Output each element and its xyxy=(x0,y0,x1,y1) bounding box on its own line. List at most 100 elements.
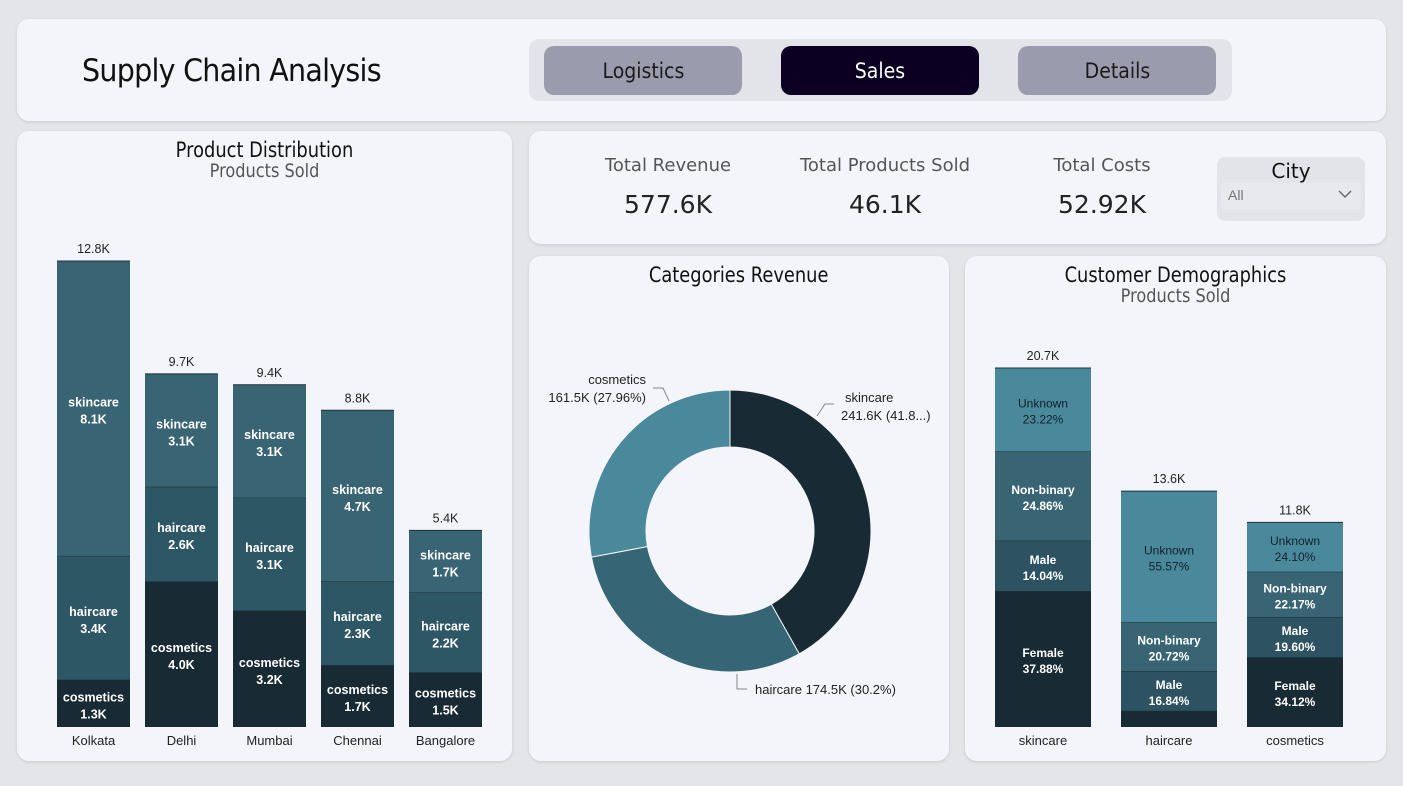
segment-category-label: cosmetics xyxy=(327,683,388,697)
segment-category-label: skincare xyxy=(68,395,119,409)
header-bar: Supply Chain Analysis Logistics Sales De… xyxy=(17,19,1386,121)
segment-category-label: haircare xyxy=(421,619,470,633)
city-filter: City All xyxy=(1217,157,1365,221)
donut-slice-haircare[interactable] xyxy=(590,545,800,673)
segment-category-label: skincare xyxy=(332,483,383,497)
kpi-total-products-sold-label: Total Products Sold xyxy=(799,155,971,176)
tab-details[interactable]: Details xyxy=(1018,46,1216,95)
bar-total-label: 20.7K xyxy=(1027,349,1060,363)
segment-category-label: skincare xyxy=(156,417,207,431)
segment-value-label: 4.0K xyxy=(168,658,194,672)
segment-category-label: haircare xyxy=(69,605,118,619)
kpi-total-costs-label: Total Costs xyxy=(1053,155,1151,176)
segment-category-label: Female xyxy=(1022,646,1064,660)
segment-category-label: skincare xyxy=(244,428,295,442)
kpi-total-products-sold-value: 46.1K xyxy=(848,190,922,219)
chevron-down-icon[interactable] xyxy=(1337,186,1353,202)
kpi-total-revenue-label: Total Revenue xyxy=(604,155,732,176)
bar-total-label: 8.8K xyxy=(345,391,371,405)
x-tick-label: Mumbai xyxy=(246,733,292,748)
slice-label-skincare-name: skincare xyxy=(845,390,893,405)
segment-value-label: 2.6K xyxy=(168,538,194,552)
segment-category-label: Male xyxy=(1282,624,1309,638)
slice-label-cosmetics-name: cosmetics xyxy=(588,372,646,387)
segment-value-label: 1.7K xyxy=(344,700,370,714)
slice-label-cosmetics-value: 161.5K (27.96%) xyxy=(548,390,646,405)
segment-category-label: cosmetics xyxy=(151,641,212,655)
segment-category-label: cosmetics xyxy=(239,656,300,670)
segment-value-label: 1.7K xyxy=(432,565,458,579)
tab-logistics[interactable]: Logistics xyxy=(544,46,742,95)
page-title: Supply Chain Analysis xyxy=(82,53,382,89)
segment-category-label: Female xyxy=(1274,679,1316,693)
segment-value-label: 1.5K xyxy=(432,704,458,718)
segment-value-label: 16.84% xyxy=(1149,694,1190,708)
segment-value-label: 3.2K xyxy=(256,673,282,687)
customer-demographics-card: Customer Demographics Products Sold Fema… xyxy=(965,256,1386,761)
bar-total-label: 12.8K xyxy=(77,242,110,256)
segment-category-label: cosmetics xyxy=(63,690,124,704)
segment-value-label: 20.72% xyxy=(1149,650,1190,664)
segment-category-label: Non-binary xyxy=(1011,483,1075,497)
city-filter-label: City xyxy=(1271,159,1311,183)
segment-value-label: 4.7K xyxy=(344,500,370,514)
segment-category-label: Unknown xyxy=(1018,397,1068,411)
x-tick-label: Delhi xyxy=(167,733,197,748)
segment-value-label: 3.1K xyxy=(256,445,282,459)
segment-value-label: 24.86% xyxy=(1023,499,1064,513)
bar-segment-female[interactable] xyxy=(1121,710,1217,727)
leader-line xyxy=(816,403,834,417)
kpi-total-revenue: Total Revenue 577.6K xyxy=(568,155,768,219)
x-tick-label: Chennai xyxy=(333,733,382,748)
segment-category-label: haircare xyxy=(245,541,294,555)
bar-total-label: 9.7K xyxy=(169,355,195,369)
donut-slice-cosmetics[interactable] xyxy=(588,389,731,558)
x-tick-label: skincare xyxy=(1019,733,1067,748)
kpi-card: Total Revenue 577.6K Total Products Sold… xyxy=(529,131,1386,244)
kpi-total-costs: Total Costs 52.92K xyxy=(1002,155,1202,219)
product-distribution-chart: cosmetics 1.3K haircare 3.4K skincare 8.1K 12.… xyxy=(57,242,482,748)
kpi-total-costs-value: 52.92K xyxy=(1058,190,1146,219)
kpi-total-revenue-value: 577.6K xyxy=(624,190,712,219)
segment-value-label: 19.60% xyxy=(1275,640,1316,654)
segment-category-label: Male xyxy=(1030,553,1057,567)
segment-category-label: haircare xyxy=(157,521,206,535)
product-distribution-card: Product Distribution Products Sold cosme… xyxy=(17,131,512,761)
bar-total-label: 11.8K xyxy=(1279,503,1311,517)
tab-sales[interactable]: Sales xyxy=(781,46,979,95)
tab-details-label: Details xyxy=(1084,58,1150,83)
segment-category-label: haircare xyxy=(333,610,382,624)
categories-revenue-card: Categories Revenue skincare 241.6K (41.8.… xyxy=(529,256,949,761)
segment-value-label: 22.17% xyxy=(1275,597,1316,611)
segment-category-label: Non-binary xyxy=(1263,581,1327,595)
leader-line xyxy=(653,387,670,402)
x-tick-label: cosmetics xyxy=(1266,733,1324,748)
segment-value-label: 2.2K xyxy=(432,636,458,650)
bar-total-label: 9.4K xyxy=(257,366,283,380)
segment-value-label: 55.57% xyxy=(1149,560,1190,574)
segment-value-label: 24.10% xyxy=(1275,550,1316,564)
segment-value-label: 3.4K xyxy=(80,622,106,636)
segment-category-label: Non-binary xyxy=(1137,634,1201,648)
tab-logistics-label: Logistics xyxy=(602,58,684,83)
tab-sales-label: Sales xyxy=(854,58,906,83)
bar-total-label: 13.6K xyxy=(1153,472,1186,486)
x-tick-label: Bangalore xyxy=(416,733,475,748)
segment-category-label: Unknown xyxy=(1270,534,1320,548)
segment-value-label: 23.22% xyxy=(1023,413,1064,427)
segment-value-label: 1.3K xyxy=(80,707,106,721)
city-select[interactable]: All xyxy=(1221,183,1361,209)
segment-category-label: Male xyxy=(1156,678,1183,692)
customer-demographics-chart: Female 37.88% Male 14.04% Non-binary 24.86% Un… xyxy=(995,349,1343,748)
segment-value-label: 34.12% xyxy=(1275,695,1316,709)
x-tick-label: haircare xyxy=(1146,733,1193,748)
x-tick-label: Kolkata xyxy=(72,733,116,748)
segment-value-label: 37.88% xyxy=(1023,662,1064,676)
segment-value-label: 3.1K xyxy=(256,558,282,572)
nav-tab-group: Logistics Sales Details xyxy=(529,39,1232,101)
segment-value-label: 8.1K xyxy=(80,412,106,426)
categories-revenue-chart: skincare 241.6K (41.8...) haircare 174.5K … xyxy=(548,372,930,697)
bar-total-label: 5.4K xyxy=(433,511,459,525)
kpi-total-products-sold: Total Products Sold 46.1K xyxy=(785,155,985,219)
segment-category-label: Unknown xyxy=(1144,544,1194,558)
